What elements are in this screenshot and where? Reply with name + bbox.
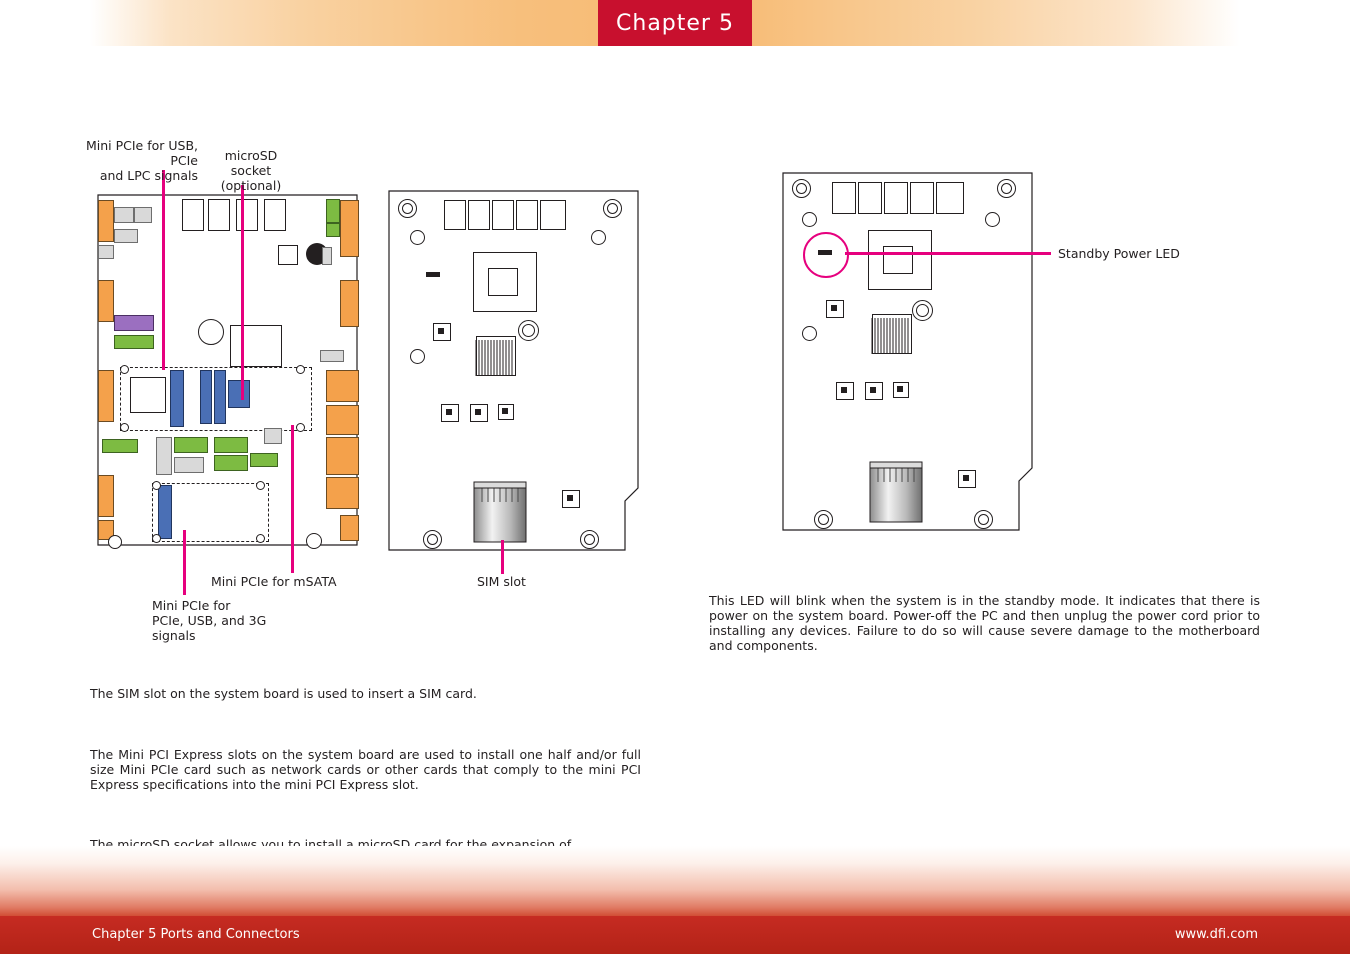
qfp-chip-pins-right [871,318,909,354]
callout-msata: Mini PCIe for mSATA [211,574,337,589]
sim-connector [473,481,527,543]
board-top-view [90,185,365,555]
callout-line-microsd [241,185,244,400]
footer-gradient [0,846,1350,916]
callout-microsd-line1: microSD socket [224,148,278,178]
chapter-label: Chapter 5 [616,10,734,36]
callout-line-standby-led [845,252,1051,255]
footer-left-text: Chapter 5 Ports and Connectors [92,927,300,942]
callout-line-sim-slot [501,540,504,574]
callout-line-pcie-usb-3g [183,530,186,595]
callout-minipcie-usb: Mini PCIe for USB, PCIe and LPC signals [62,138,198,183]
footer-bar: Chapter 5 Ports and Connectors www.dfi.c… [0,916,1350,954]
callout-pcie-usb-3g-line2: PCIe, USB, and 3G [152,613,267,628]
board-bottom-view [388,190,640,554]
callout-pcie-usb-3g: Mini PCIe for PCIe, USB, and 3G signals [152,598,292,643]
callout-minipcie-usb-line2: and LPC signals [99,168,198,183]
callout-minipcie-usb-line1: Mini PCIe for USB, PCIe [85,138,198,168]
callout-line-msata [291,425,294,573]
callout-sim-slot: SIM slot [477,574,526,589]
callout-pcie-usb-3g-line1: Mini PCIe for [152,598,231,613]
sim-paragraph: The SIM slot on the system board is used… [90,686,477,701]
callout-line-minipcie-usb [162,170,165,370]
sim-connector-right [869,461,923,523]
board-standby-view [782,172,1034,532]
standby-led-highlight [803,232,849,278]
callout-pcie-usb-3g-line3: signals [152,628,196,643]
callout-microsd: microSD socket (optional) [204,148,298,193]
footer-right-link[interactable]: www.dfi.com [1175,927,1258,942]
minipcie-paragraph: The Mini PCI Express slots on the system… [90,747,641,792]
standby-paragraph: This LED will blink when the system is i… [709,593,1260,653]
callout-microsd-line2: (optional) [220,178,282,193]
chapter-tab: Chapter 5 [598,0,752,46]
qfp-chip-pins [475,340,513,376]
callout-standby-led: Standby Power LED [1058,246,1180,261]
